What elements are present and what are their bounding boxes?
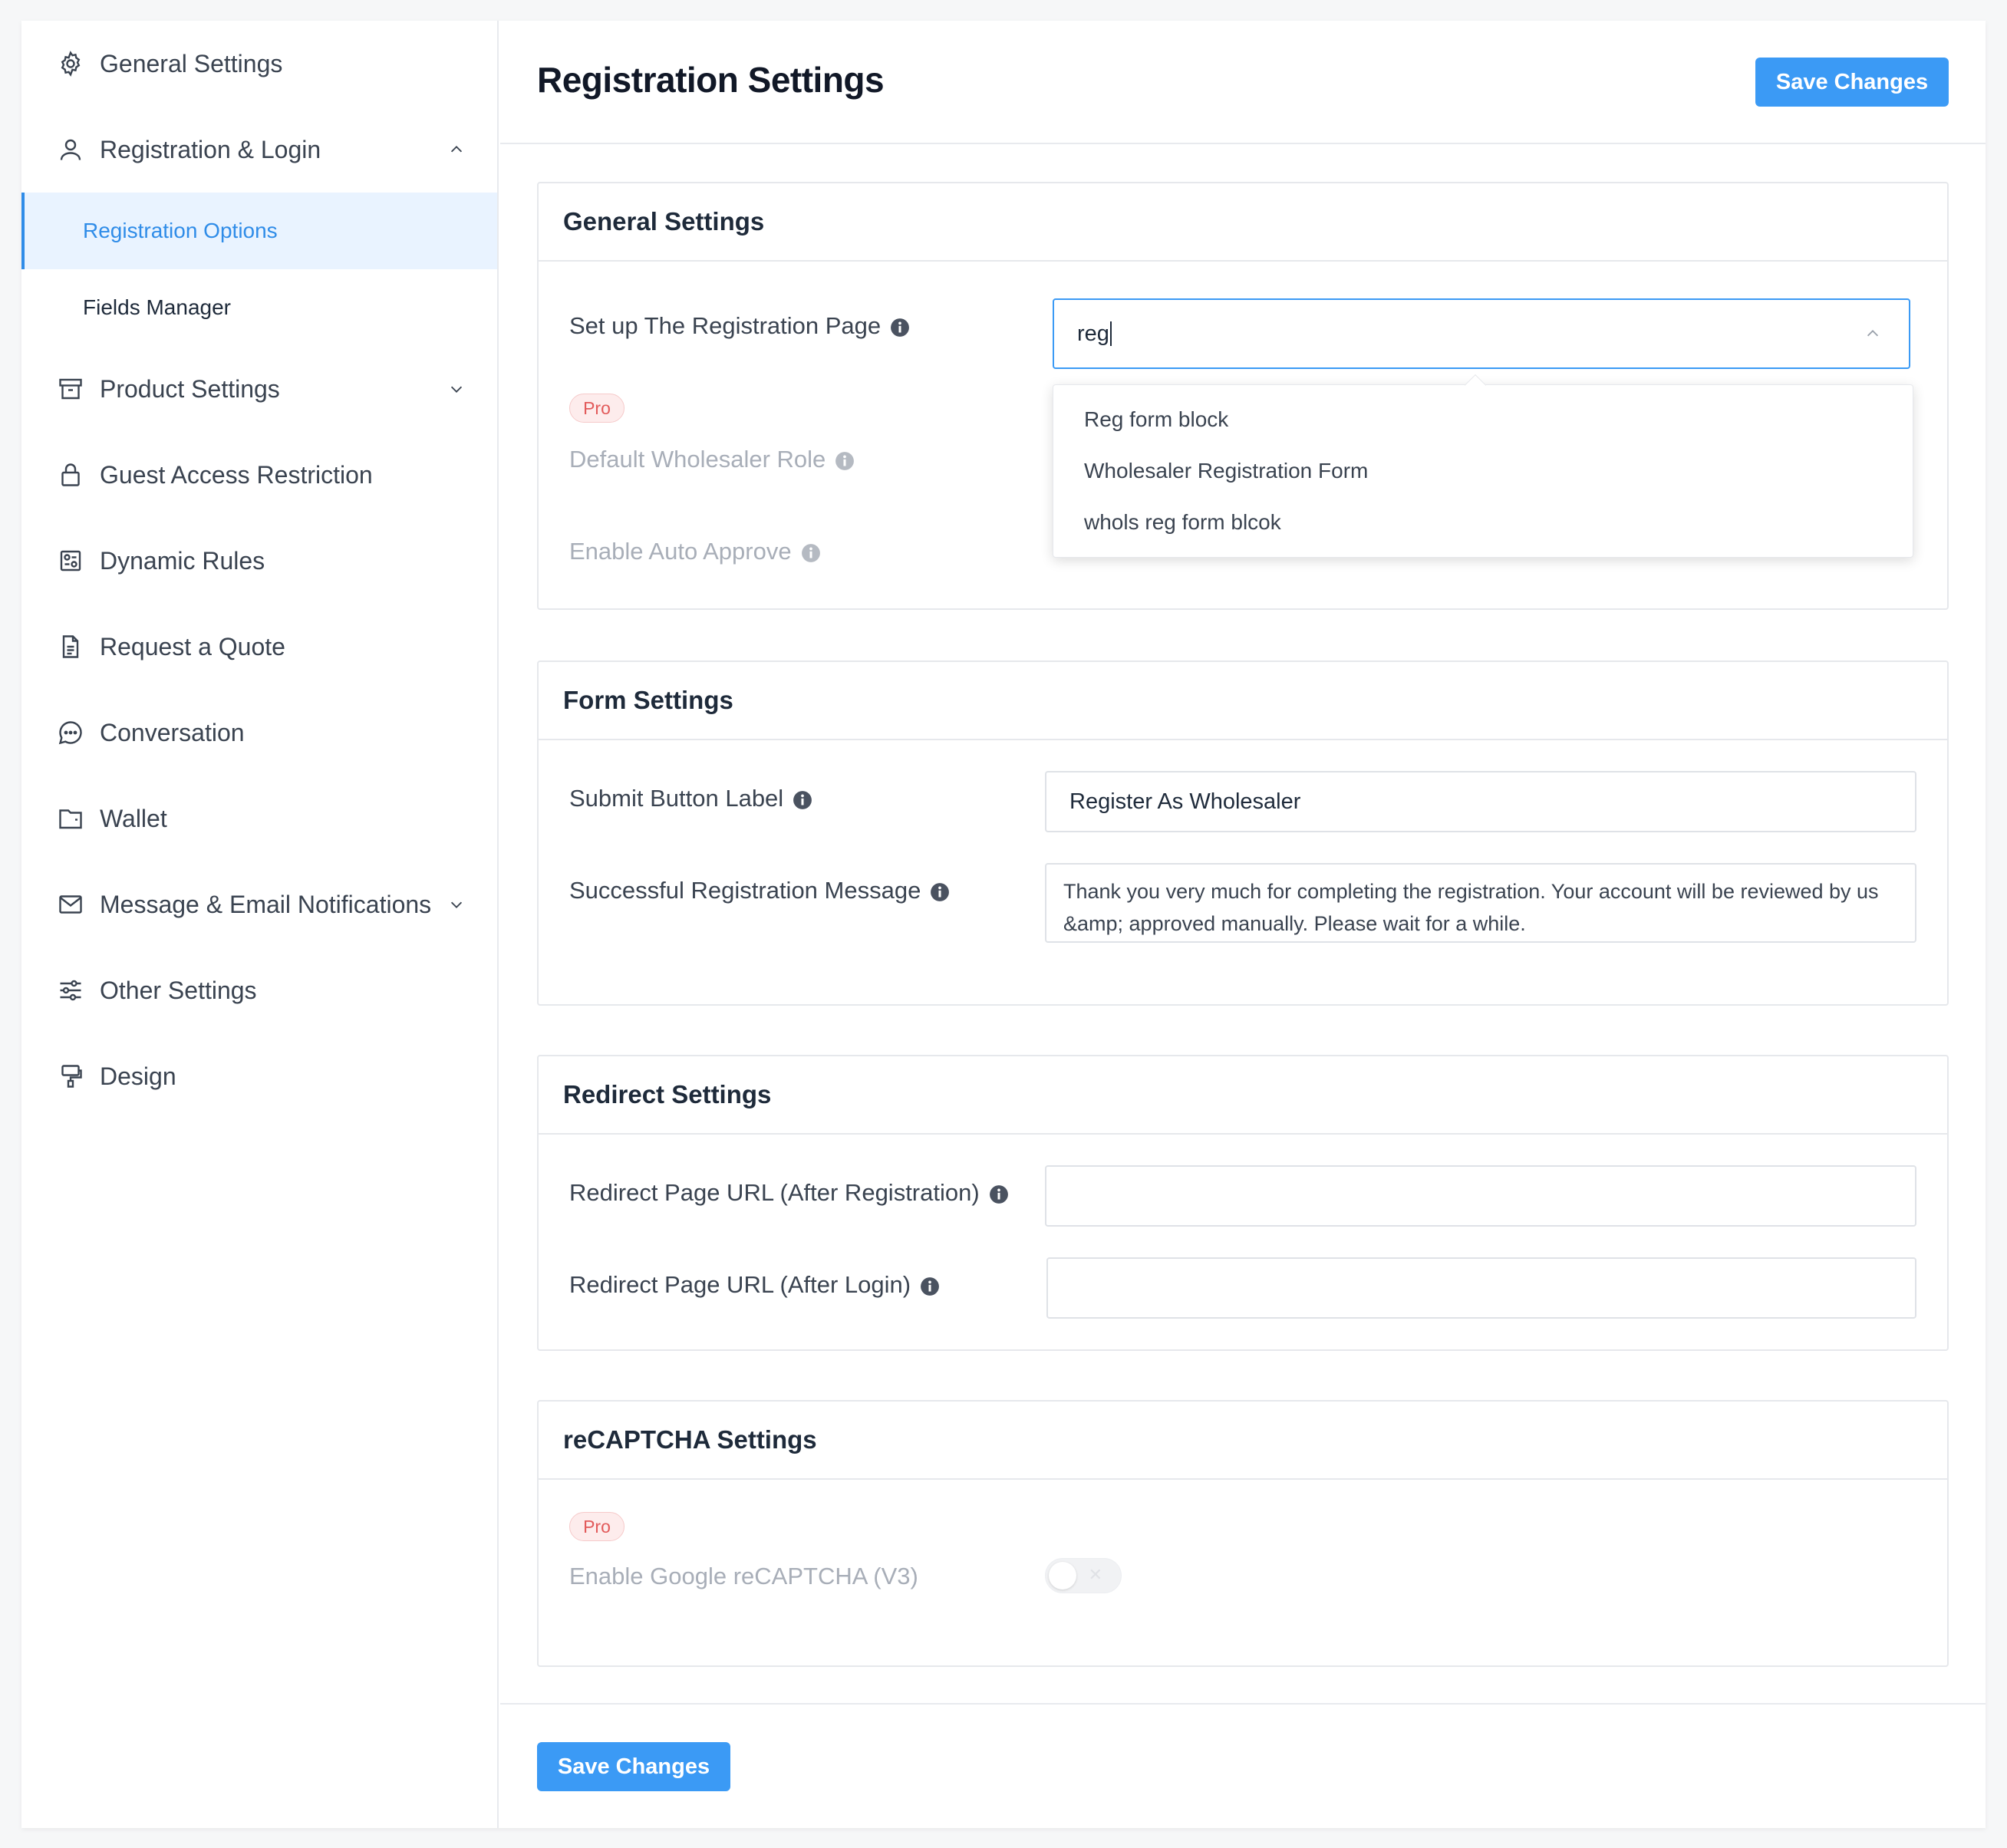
redirect-settings-card: Redirect Settings Redirect Page URL (Aft… bbox=[537, 1055, 1949, 1351]
dropdown-option[interactable]: Reg form block bbox=[1053, 394, 1913, 445]
sidebar-item-label: Request a Quote bbox=[100, 632, 285, 660]
sidebar-item-dynamic-rules[interactable]: Dynamic Rules bbox=[21, 518, 497, 604]
sidebar-subitem-registration-options[interactable]: Registration Options bbox=[21, 193, 497, 269]
sidebar-item-request-quote[interactable]: Request a Quote bbox=[21, 604, 497, 690]
sidebar-item-product-settings[interactable]: Product Settings bbox=[21, 346, 497, 432]
submit-label-input[interactable]: Register As Wholesaler bbox=[1045, 771, 1916, 832]
info-icon[interactable] bbox=[989, 1183, 1009, 1204]
sidebar-item-label: Registration & Login bbox=[100, 135, 321, 163]
document-icon bbox=[57, 633, 84, 660]
page-title: Registration Settings bbox=[537, 60, 885, 100]
info-icon[interactable] bbox=[793, 789, 812, 809]
label-text: Set up The Registration Page bbox=[569, 312, 882, 339]
paint-icon bbox=[57, 1062, 84, 1090]
sidebar-item-label: Design bbox=[100, 1062, 176, 1090]
sidebar-item-design[interactable]: Design bbox=[21, 1033, 497, 1119]
sidebar-item-label: Wallet bbox=[100, 804, 167, 832]
sidebar-item-other-settings[interactable]: Other Settings bbox=[21, 947, 497, 1033]
redirect-after-registration-label: Redirect Page URL (After Registration) bbox=[569, 1179, 1009, 1207]
chat-icon bbox=[57, 719, 84, 746]
chevron-down-icon bbox=[450, 386, 463, 393]
toggle-knob bbox=[1049, 1562, 1076, 1589]
card-title: Form Settings bbox=[539, 662, 1947, 740]
sidebar-item-label: Product Settings bbox=[100, 374, 280, 403]
label-text: Redirect Page URL (After Registration) bbox=[569, 1179, 980, 1206]
sidebar-item-guest-access[interactable]: Guest Access Restriction bbox=[21, 432, 497, 518]
sidebar-item-label: Other Settings bbox=[100, 976, 257, 1004]
label-text: Successful Registration Message bbox=[569, 877, 921, 904]
save-changes-button-bottom[interactable]: Save Changes bbox=[537, 1742, 730, 1791]
app-frame: General Settings Registration & Login Re… bbox=[21, 21, 1986, 1828]
select-search-text[interactable]: reg bbox=[1077, 321, 1109, 347]
sidebar-item-label: Guest Access Restriction bbox=[100, 460, 373, 489]
wallet-icon bbox=[57, 805, 84, 832]
recaptcha-toggle[interactable]: ✕ bbox=[1045, 1558, 1122, 1593]
default-role-label: Default Wholesaler Role bbox=[569, 446, 855, 473]
textarea-value: Thank you very much for completing the r… bbox=[1063, 880, 1879, 935]
user-icon bbox=[57, 136, 84, 163]
sidebar-item-registration-login[interactable]: Registration & Login bbox=[21, 107, 497, 193]
rules-icon bbox=[57, 547, 84, 575]
success-message-label: Successful Registration Message bbox=[569, 877, 950, 904]
info-icon[interactable] bbox=[801, 542, 821, 562]
sidebar-item-general-settings[interactable]: General Settings bbox=[21, 21, 497, 107]
close-icon: ✕ bbox=[1088, 1565, 1102, 1584]
gear-icon bbox=[57, 50, 84, 77]
chevron-up-icon bbox=[1867, 330, 1879, 337]
form-settings-card: Form Settings Submit Button Label Regist… bbox=[537, 660, 1949, 1006]
label-text: Submit Button Label bbox=[569, 785, 784, 812]
sidebar-item-label: Message & Email Notifications bbox=[100, 890, 432, 918]
input-value: Register As Wholesaler bbox=[1069, 789, 1301, 814]
recaptcha-enable-label: Enable Google reCAPTCHA (V3) bbox=[569, 1563, 918, 1590]
mail-icon bbox=[57, 891, 84, 918]
label-text: Default Wholesaler Role bbox=[569, 446, 826, 473]
pro-badge: Pro bbox=[569, 1512, 625, 1541]
label-text: Enable Auto Approve bbox=[569, 538, 792, 565]
info-icon[interactable] bbox=[930, 881, 950, 901]
info-icon[interactable] bbox=[835, 450, 855, 470]
info-icon[interactable] bbox=[890, 316, 910, 337]
general-settings-card: General Settings Set up The Registration… bbox=[537, 182, 1949, 610]
sidebar-item-conversation[interactable]: Conversation bbox=[21, 690, 497, 776]
dropdown-option[interactable]: whols reg form blcok bbox=[1053, 496, 1913, 548]
sidebar-item-label: Conversation bbox=[100, 718, 245, 746]
chevron-up-icon bbox=[450, 146, 463, 153]
registration-page-dropdown: Reg form block Wholesaler Registration F… bbox=[1053, 374, 1913, 558]
dropdown-option[interactable]: Wholesaler Registration Form bbox=[1053, 445, 1913, 496]
sidebar-item-wallet[interactable]: Wallet bbox=[21, 776, 497, 861]
sidebar: General Settings Registration & Login Re… bbox=[21, 21, 499, 1828]
redirect-after-login-input[interactable] bbox=[1046, 1257, 1916, 1319]
chevron-down-icon bbox=[450, 901, 463, 908]
sliders-icon bbox=[57, 977, 84, 1004]
recaptcha-settings-card: reCAPTCHA Settings Pro Enable Google reC… bbox=[537, 1400, 1949, 1667]
sidebar-item-label: General Settings bbox=[100, 49, 283, 77]
sidebar-item-message-email[interactable]: Message & Email Notifications bbox=[21, 861, 497, 947]
info-icon[interactable] bbox=[920, 1275, 940, 1296]
save-changes-button[interactable]: Save Changes bbox=[1755, 58, 1949, 107]
card-title: Redirect Settings bbox=[539, 1056, 1947, 1135]
card-title: reCAPTCHA Settings bbox=[539, 1402, 1947, 1480]
sidebar-item-label: Dynamic Rules bbox=[100, 546, 265, 575]
archive-icon bbox=[57, 375, 84, 403]
auto-approve-label: Enable Auto Approve bbox=[569, 538, 821, 565]
card-title: General Settings bbox=[539, 183, 1947, 262]
page-header: Registration Settings Save Changes bbox=[500, 21, 1986, 144]
label-text: Redirect Page URL (After Login) bbox=[569, 1271, 911, 1298]
registration-page-select[interactable]: reg bbox=[1053, 298, 1910, 369]
success-message-textarea[interactable]: Thank you very much for completing the r… bbox=[1045, 863, 1916, 943]
submit-button-label: Submit Button Label bbox=[569, 785, 812, 812]
lock-icon bbox=[57, 461, 84, 489]
sidebar-subitem-label: Registration Options bbox=[83, 219, 278, 242]
sidebar-subitem-label: Fields Manager bbox=[83, 295, 231, 319]
footer-divider bbox=[500, 1703, 1986, 1705]
sidebar-subitem-fields-manager[interactable]: Fields Manager bbox=[21, 269, 497, 346]
pro-badge: Pro bbox=[569, 394, 625, 423]
main-content: Registration Settings Save Changes Gener… bbox=[500, 21, 1986, 1828]
label-text: Enable Google reCAPTCHA (V3) bbox=[569, 1563, 918, 1589]
registration-page-label: Set up The Registration Page bbox=[569, 312, 910, 340]
redirect-after-registration-input[interactable] bbox=[1045, 1165, 1916, 1227]
redirect-after-login-label: Redirect Page URL (After Login) bbox=[569, 1271, 940, 1299]
text-cursor bbox=[1109, 321, 1112, 346]
